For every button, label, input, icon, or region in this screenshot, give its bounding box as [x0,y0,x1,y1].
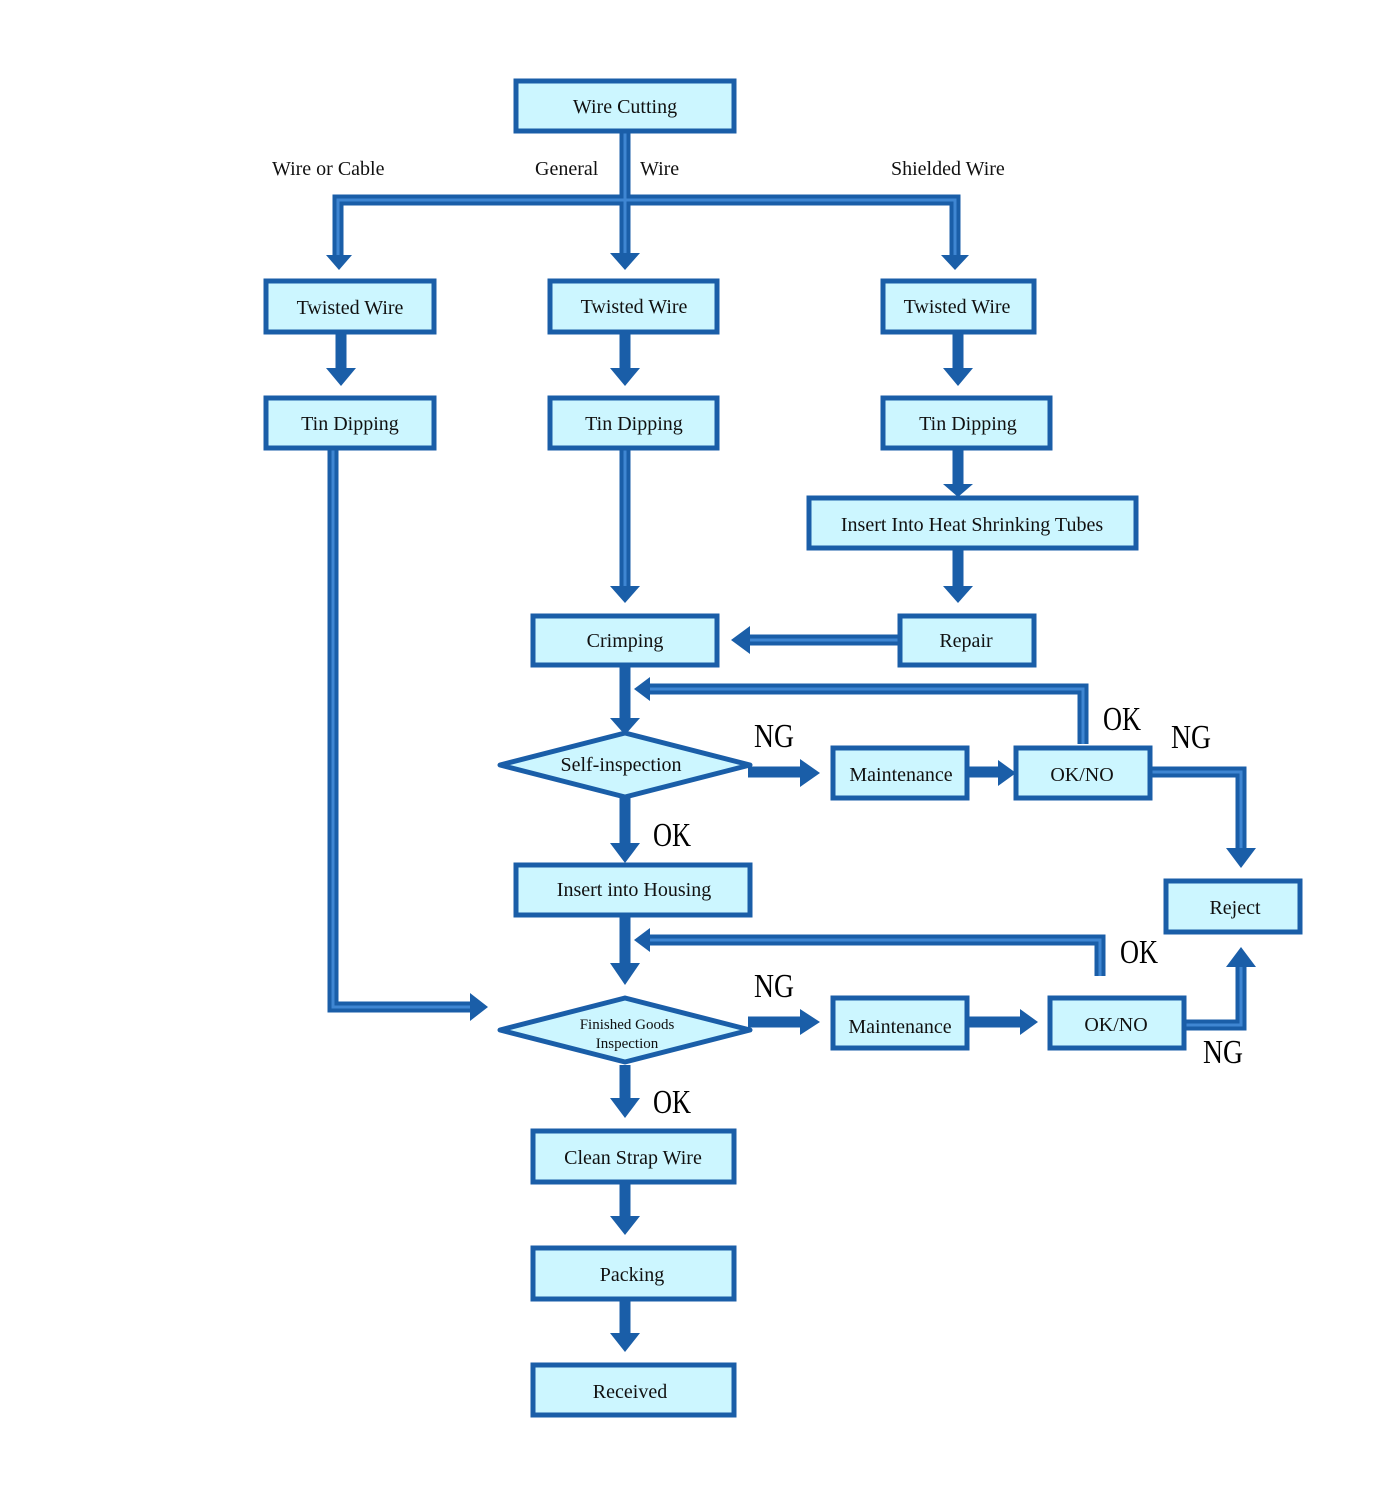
arrow-down-icon [1226,848,1256,868]
node-label: Maintenance [849,764,952,786]
node-received: Received [530,1362,737,1418]
connector-oknoB-reject [1184,965,1247,1031]
edge-label-okno1-ng: NG [1171,719,1211,756]
arrow-down-icon [326,368,356,386]
arrow-down-icon [610,1098,640,1118]
node-tin-dipping-right: Tin Dipping [880,395,1053,451]
arrow-right-icon [800,1009,820,1035]
connector-oknoB-ok-return [650,934,1106,976]
node-label: Packing [600,1264,664,1286]
node-label-line-2: Inspection [596,1036,659,1052]
node-reject: Reject [1163,878,1303,935]
connector-oknoA-ok-return [650,683,1089,744]
branch-label-shielded-wire: Shielded Wire [891,158,1005,180]
arrow-down-icon [943,368,973,386]
node-repair: Repair [897,613,1037,668]
arrow-up-icon [1226,947,1256,967]
arrow-down-icon [941,255,969,270]
node-label: Twisted Wire [904,296,1011,318]
edge-label-self-ok: OK [653,817,691,854]
flowchart: Wire or Cable General Wire Shielded Wire… [263,78,1303,1418]
node-label: Insert into Housing [557,879,711,901]
node-heat-shrink: Insert Into Heat Shrinking Tubes [806,495,1139,551]
node-label: Insert Into Heat Shrinking Tubes [841,514,1103,536]
node-label: OK/NO [1050,764,1113,786]
branch-label-wire-or-cable: Wire or Cable [272,158,385,180]
node-twisted-wire-right: Twisted Wire [880,278,1037,335]
node-label: Reject [1209,897,1261,919]
node-okno-2: OK/NO [1047,995,1187,1051]
branch-label-general: General [535,158,599,180]
arrow-down-icon [610,253,640,270]
edge-label-fg-ok: OK [653,1084,691,1121]
node-label: Clean Strap Wire [564,1147,702,1169]
node-tin-dipping-left: Tin Dipping [263,395,437,451]
arrow-right-icon [470,993,488,1021]
arrow-left-icon [731,626,750,654]
edge-label-okno1-ok: OK [1103,701,1141,738]
arrow-right-icon [1020,1009,1038,1035]
node-self-inspection: Self-inspection [497,730,753,800]
arrow-right-icon [998,760,1016,786]
arrow-down-icon [326,255,352,270]
arrow-right-icon [800,759,820,787]
node-label: Tin Dipping [301,413,399,435]
node-crimping: Crimping [530,613,720,668]
arrow-down-icon [610,1216,640,1235]
arrow-left-icon [634,677,650,701]
arrow-down-icon [943,484,973,497]
arrow-down-icon [610,843,640,863]
node-label: Maintenance [848,1016,951,1038]
arrow-down-icon [610,368,640,386]
node-insert-housing: Insert into Housing [513,862,753,918]
edge-label-fg-ng: NG [754,968,794,1005]
arrowheads [326,253,1256,1352]
node-finished-goods-inspection: Finished Goods Inspection [497,995,753,1065]
node-twisted-wire-left: Twisted Wire [263,278,437,335]
node-label: Repair [939,630,993,652]
edge-label-okno2-ng: NG [1203,1034,1243,1071]
node-maintenance-1: Maintenance [830,745,970,801]
node-label: Twisted Wire [297,297,404,319]
connector-oknoA-reject [1151,766,1247,850]
node-label: Tin Dipping [585,413,683,435]
node-clean-strap-wire: Clean Strap Wire [530,1128,737,1185]
connector-split-bar [332,194,961,255]
node-label: Tin Dipping [919,413,1017,435]
connector-highlights [331,132,1243,1027]
arrow-left-icon [634,928,650,952]
node-twisted-wire-center: Twisted Wire [547,278,720,335]
arrow-down-icon [943,586,973,603]
arrow-down-icon [610,586,640,603]
node-label: Received [593,1381,667,1403]
node-okno-1: OK/NO [1013,745,1153,801]
edge-label-self-ng: NG [754,718,794,755]
node-label: Crimping [587,630,664,652]
node-label-line-1: Finished Goods [580,1017,675,1033]
arrow-down-icon [610,1333,640,1352]
branch-label-wire: Wire [640,158,679,180]
edge-label-okno2-ok: OK [1120,934,1158,971]
node-maintenance-2: Maintenance [830,995,970,1051]
connector-tin-left-fg [327,449,470,1013]
node-packing: Packing [530,1245,737,1302]
node-label: Twisted Wire [581,296,688,318]
node-tin-dipping-center: Tin Dipping [547,395,720,451]
node-label: Wire Cutting [573,96,677,118]
node-label: Self-inspection [560,754,681,776]
arrow-down-icon [610,963,640,985]
node-wire-cutting: Wire Cutting [513,78,737,134]
node-label: OK/NO [1084,1014,1147,1036]
